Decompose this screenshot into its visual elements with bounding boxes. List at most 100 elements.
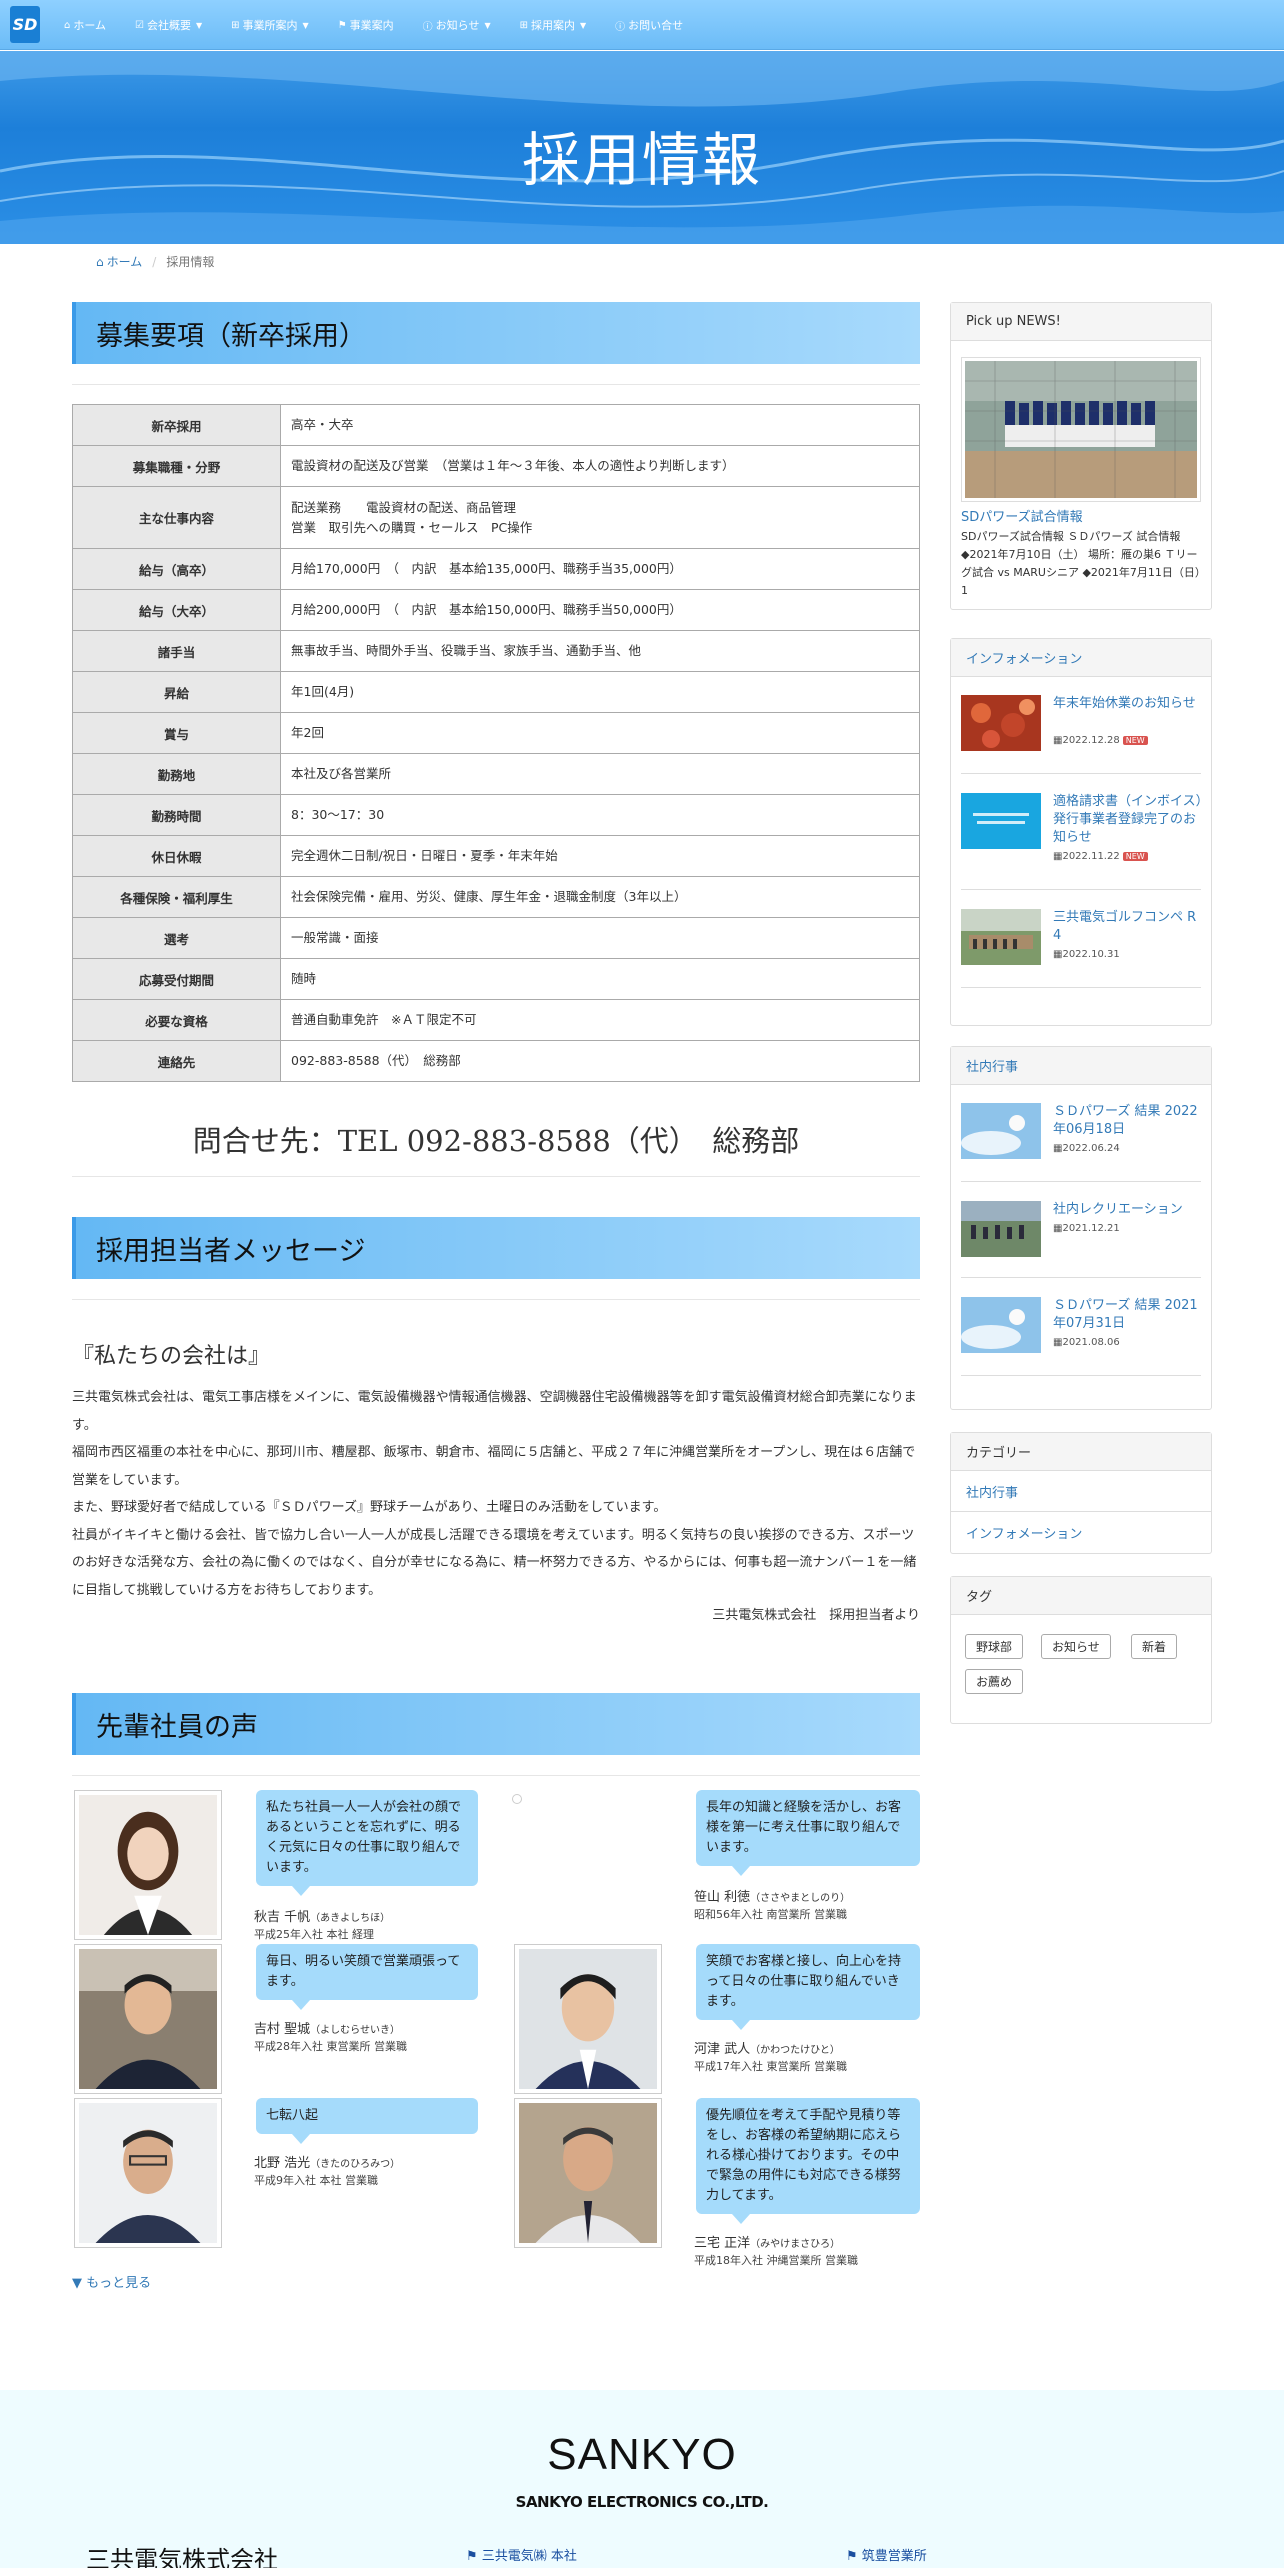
employee-photo — [74, 1790, 222, 1940]
employee-name-text: 河津 武人 — [694, 2042, 751, 2057]
hero-banner: 採用情報 — [0, 51, 1284, 244]
tag-button[interactable]: 野球部 — [965, 1634, 1024, 1659]
image-placeholder-icon — [512, 1794, 522, 1804]
requirement-value: 年2回 — [280, 712, 920, 754]
footer-link-label: 筑豊営業所 — [861, 2549, 927, 2564]
footer-link-head-office[interactable]: ⚑ 三共電気㈱ 本社 — [466, 2545, 577, 2564]
employee-photo — [514, 1944, 662, 2094]
nav-news[interactable]: ⓘ お知らせ ▼ — [423, 17, 491, 33]
footer: SANKYO SANKYO ELECTRONICS CO.,LTD. 三共電気株… — [0, 2390, 1284, 2568]
info-icon: ⓘ — [615, 21, 626, 33]
breadcrumb: ⌂ ホーム / 採用情報 — [96, 253, 214, 270]
employee-info: 平成9年入社 本社 営業職 — [254, 2174, 378, 2187]
tag-button[interactable]: 新着 — [1131, 1634, 1178, 1659]
requirement-label: 昇給 — [72, 671, 281, 713]
employee-name-text: 吉村 聖城 — [254, 2022, 311, 2037]
plus-box-icon: ⊞ — [519, 19, 528, 31]
requirement-value: 月給170,000円 （ 内訳 基本給135,000円、職務手当35,000円） — [280, 548, 920, 590]
employee-quote-bubble: 優先順位を考えて手配や見積り等をし、お客様の希望納期に応えられる様心掛けておりま… — [696, 2098, 920, 2224]
baseball-team-photo[interactable] — [965, 361, 1197, 498]
site-logo[interactable]: SD — [10, 6, 40, 43]
employee-info: 平成18年入社 沖縄営業所 営業職 — [694, 2254, 858, 2267]
nav-home[interactable]: ⌂ ホーム — [64, 17, 106, 33]
events-panel: 社内行事 ＳＤパワーズ 結果 2022年06月18日 ▦2022.06.24 社… — [950, 1046, 1212, 1410]
check-icon: ☑ — [135, 19, 144, 31]
event-title[interactable]: 社内レクリエーション — [1053, 1201, 1205, 1219]
pickup-news-excerpt: SDパワーズ試合情報 ＳＤパワーズ 試合情報 ◆2021年7月10日（土） 場所… — [961, 530, 1206, 597]
requirements-row: 勤務時間 8：30～17：30 — [72, 794, 920, 836]
employee-quote-bubble: 笑顔でお客様と接し、向上心を持って日々の仕事に取り組んでいきます。 — [696, 1944, 920, 2030]
divider — [72, 1176, 920, 1177]
requirement-label: 勤務地 — [72, 753, 281, 795]
requirement-label: 諸手当 — [72, 630, 281, 672]
requirement-value: 普通自動車免許 ※ＡＴ限定不可 — [280, 999, 920, 1041]
employee-name-text: 三宅 正洋 — [694, 2236, 751, 2251]
employee-kana: （かわつたけひと） — [750, 2045, 840, 2056]
requirement-label: 各種保険・福利厚生 — [72, 876, 281, 918]
breadcrumb-separator: / — [152, 254, 157, 269]
info-date-text: 2022.11.22 — [1062, 851, 1120, 862]
info-date: ▦2022.12.28 NEW — [1053, 735, 1148, 746]
employee-name-text: 笹山 利徳 — [694, 1890, 751, 1905]
employee-quote-bubble: 七転八起 — [256, 2098, 478, 2144]
voices-heading: 先輩社員の声 — [72, 1693, 920, 1755]
panel-header: Pick up NEWS! — [951, 303, 1211, 341]
new-badge: NEW — [1122, 851, 1148, 861]
show-more-link[interactable]: ▼ もっと見る — [72, 2272, 151, 2291]
pickup-news-title[interactable]: SDパワーズ試合情報 — [961, 506, 1083, 525]
requirements-row: 選考 一般常識・面接 — [72, 917, 920, 959]
nav-label: お問い合せ — [628, 19, 684, 32]
requirement-value: 年1回(4月) — [280, 671, 920, 713]
employee-photo — [514, 2098, 662, 2248]
footer-link-label: 三共電気㈱ 本社 — [481, 2549, 577, 2564]
event-title[interactable]: ＳＤパワーズ 結果 2021年07月31日 — [1053, 1297, 1205, 1333]
category-link[interactable]: 社内行事 — [951, 1471, 1211, 1512]
requirements-row: 連絡先 092-883-8588（代） 総務部 — [72, 1040, 920, 1082]
top-navbar: SD ⌂ ホーム ☑ 会社概要 ▼ ⊞ 事業所案内 ▼ ⚑ 事業案内 ⓘ お知らせ ▼ ⊞ 採用案… — [0, 0, 1284, 50]
nav-offices[interactable]: ⊞ 事業所案内 ▼ — [231, 17, 309, 33]
requirement-label: 選考 — [72, 917, 281, 959]
nav-business[interactable]: ⚑ 事業案内 — [338, 17, 394, 33]
flag-icon: ⚑ — [337, 19, 347, 31]
employee-photo — [74, 1944, 222, 2094]
new-badge: NEW — [1122, 735, 1148, 745]
requirements-row: 各種保険・福利厚生 社会保険完備・雇用、労災、健康、厚生年金・退職金制度（3年以上… — [72, 876, 920, 918]
info-date-text: 2022.12.28 — [1062, 735, 1120, 746]
tag-button[interactable]: お知らせ — [1041, 1634, 1111, 1659]
requirements-row: 新卒採用 高卒・大卒 — [72, 404, 920, 446]
employee-voices: 私たち社員一人一人が会社の顔であるということを忘れずに、明るく元気に日々の仕事に… — [72, 1790, 920, 2270]
footer-link-chikuho[interactable]: ⚑ 筑豊営業所 — [846, 2545, 927, 2564]
info-thumbnail — [961, 909, 1041, 965]
nav-company[interactable]: ☑ 会社概要 ▼ — [135, 17, 202, 33]
requirement-label: 募集職種・分野 — [72, 445, 281, 487]
nav-recruit[interactable]: ⊞ 採用案内 ▼ — [520, 17, 587, 33]
employee-quote-bubble: 私たち社員一人一人が会社の顔であるということを忘れずに、明るく元気に日々の仕事に… — [256, 1790, 478, 1896]
message-paragraph: 社員がイキイキと働ける会社、皆で協力し合い一人一人が成長し活躍できる環境を考えて… — [72, 1527, 917, 1598]
divider — [961, 889, 1201, 890]
requirement-label: 連絡先 — [72, 1040, 281, 1082]
category-link[interactable]: インフォメーション — [951, 1512, 1211, 1553]
employee-name: 三宅 正洋（みやけまさひろ） — [694, 2232, 840, 2251]
event-date: ▦2021.12.21 — [1053, 1223, 1120, 1234]
divider — [961, 773, 1201, 774]
employee-info: 平成28年入社 東営業所 営業職 — [254, 2040, 407, 2053]
nav-label: 採用案内 — [531, 19, 575, 32]
panel-header: 社内行事 — [951, 1047, 1211, 1085]
categories-panel: カテゴリー 社内行事 インフォメーション — [950, 1432, 1212, 1554]
nav-contact[interactable]: ⓘ お問い合せ — [615, 17, 683, 33]
employee-kana: （ささやまとしのり） — [750, 1893, 851, 1904]
info-title[interactable]: 三共電気ゴルフコンペ R 4 — [1053, 909, 1205, 945]
event-title[interactable]: ＳＤパワーズ 結果 2022年06月18日 — [1053, 1103, 1205, 1139]
requirement-label: 必要な資格 — [72, 999, 281, 1041]
message-paragraph: 三共電気株式会社は、電気工事店様をメインに、電気設備機器や情報通信機器、空調機器… — [72, 1390, 917, 1433]
breadcrumb-home[interactable]: ホーム — [107, 253, 143, 270]
requirement-label: 給与（高卒） — [72, 548, 281, 590]
info-title[interactable]: 適格請求書（インボイス）発行事業者登録完了のお知らせ — [1053, 793, 1205, 847]
message-heading: 採用担当者メッセージ — [72, 1217, 920, 1279]
event-date: ▦2022.06.24 — [1053, 1143, 1120, 1154]
panel-header: タグ — [951, 1577, 1211, 1615]
pickup-news-panel: Pick up NEWS! SDパワーズ試合情報 SDパワーズ試合情報 ＳＤパワ… — [950, 302, 1212, 610]
tag-button[interactable]: お薦め — [965, 1669, 1024, 1694]
info-title[interactable]: 年末年始休業のお知らせ — [1053, 695, 1205, 713]
employee-info: 昭和56年入社 南営業所 営業職 — [694, 1908, 847, 1921]
